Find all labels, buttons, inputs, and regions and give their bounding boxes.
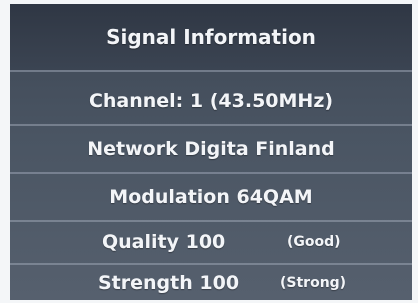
network-row: Network Digita Finland bbox=[87, 138, 335, 160]
panel-title: Signal Information bbox=[10, 4, 412, 70]
channel-row: Channel: 1 (43.50MHz) bbox=[88, 90, 334, 112]
strength-label: Strength 100 bbox=[98, 272, 240, 294]
signal-information-panel: Signal Information Channel: 1 (43.50MHz)… bbox=[10, 4, 412, 300]
quality-status: (Good) bbox=[287, 234, 341, 250]
quality-label: Quality 100 bbox=[102, 231, 226, 253]
divider bbox=[10, 263, 412, 265]
strength-status: (Strong) bbox=[280, 275, 347, 291]
strength-row: Strength 100 (Strong) bbox=[10, 266, 412, 300]
modulation-row: Modulation 64QAM bbox=[109, 186, 313, 208]
divider bbox=[10, 70, 412, 72]
quality-row: Quality 100 (Good) bbox=[10, 222, 412, 262]
